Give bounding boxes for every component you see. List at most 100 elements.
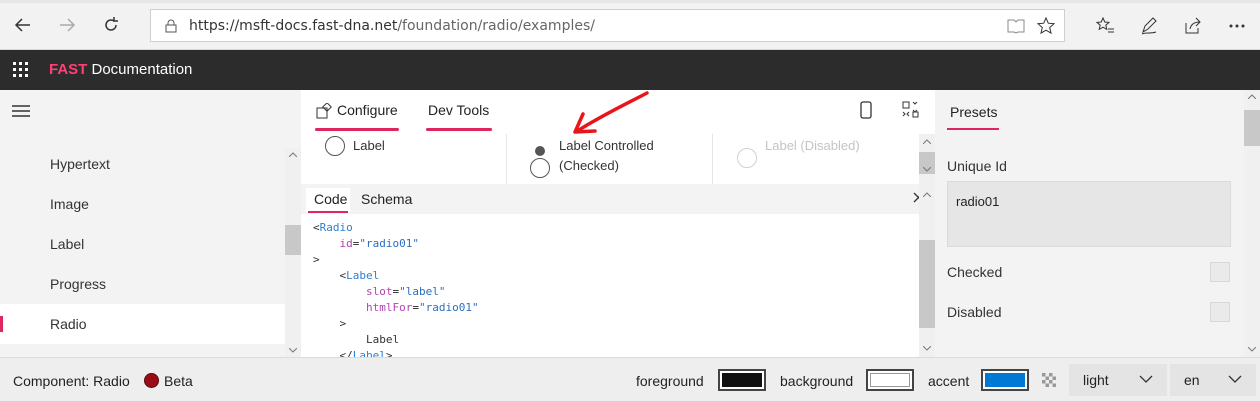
disabled-checkbox[interactable] xyxy=(1210,302,1230,322)
unique-id-label: Unique Id xyxy=(947,158,1007,174)
accent-label: accent xyxy=(928,373,970,389)
code-token: "radio01" xyxy=(359,237,419,250)
tab-schema[interactable]: Schema xyxy=(361,191,412,207)
preview-divider xyxy=(506,134,507,184)
code-token: Radio xyxy=(319,221,353,234)
accent-color-picker[interactable] xyxy=(981,369,1029,391)
tab-dev-tools-underline xyxy=(426,128,492,131)
tab-dev-tools[interactable]: Dev Tools xyxy=(428,102,489,118)
url-host: https://msft-docs.fast-dna.net xyxy=(189,18,398,34)
code-token: < xyxy=(313,221,320,234)
tab-configure[interactable]: Configure xyxy=(337,102,398,118)
tab-code-underline xyxy=(308,211,348,213)
arrow-right-icon xyxy=(60,18,76,32)
code-token: > xyxy=(313,253,320,266)
chevron-down-icon xyxy=(1139,375,1153,383)
checked-checkbox[interactable] xyxy=(1210,262,1230,282)
share-icon[interactable] xyxy=(1184,17,1202,35)
code-scroll-thumb[interactable] xyxy=(919,240,935,328)
refresh-button[interactable] xyxy=(96,10,126,40)
code-token: > xyxy=(385,349,393,357)
arrow-left-icon xyxy=(14,18,30,32)
component-name: Component: Radio xyxy=(13,373,130,389)
code-token: > xyxy=(339,317,347,330)
code-token: id xyxy=(339,237,353,250)
forward-button[interactable] xyxy=(52,10,82,40)
app-title: FAST Documentation xyxy=(49,61,192,78)
code-token: </ xyxy=(339,349,353,357)
code-token: htmlFor xyxy=(365,301,413,314)
sidebar-item-image[interactable]: Image xyxy=(0,184,285,224)
main-scrollbar[interactable] xyxy=(919,134,935,357)
radio-button-label[interactable] xyxy=(325,136,345,156)
configure-icon xyxy=(316,103,332,119)
sidebar: Hypertext Image Label Progress Radio xyxy=(0,90,301,357)
foreground-label: foreground xyxy=(636,373,704,389)
scroll-down-icon[interactable] xyxy=(1248,347,1256,352)
status-badge: Beta xyxy=(164,373,193,389)
sidebar-item-label[interactable]: Label xyxy=(0,224,285,264)
waffle-icon[interactable] xyxy=(13,62,29,78)
checked-label: Checked xyxy=(947,264,1003,280)
scroll-up-icon[interactable] xyxy=(923,192,931,197)
code-token: "radio01" xyxy=(418,301,479,314)
scroll-down-icon[interactable] xyxy=(923,167,931,172)
reading-view-icon[interactable] xyxy=(1007,18,1025,34)
refresh-icon xyxy=(105,17,118,31)
tab-presets[interactable]: Presets xyxy=(950,104,997,120)
layout-icon[interactable] xyxy=(902,101,920,119)
radio-checked-dot xyxy=(535,146,545,156)
scroll-up-icon[interactable] xyxy=(289,152,297,157)
scroll-down-icon[interactable] xyxy=(289,348,297,353)
status-bar: Component: Radio Beta foreground backgro… xyxy=(0,357,1260,401)
lock-icon xyxy=(165,19,177,33)
disabled-label: Disabled xyxy=(947,304,1002,320)
sidebar-item-progress[interactable]: Progress xyxy=(0,264,285,304)
more-icon[interactable] xyxy=(1228,23,1246,29)
tab-presets-underline xyxy=(947,128,999,130)
background-color-picker[interactable] xyxy=(866,369,914,391)
background-label: background xyxy=(780,373,854,389)
sidebar-item-radio[interactable]: Radio xyxy=(0,304,285,344)
chevron-down-icon xyxy=(1228,375,1242,383)
radio-label-controlled-text: Label Controlled xyxy=(559,138,654,153)
transparency-icon[interactable] xyxy=(1042,373,1056,387)
preview-divider xyxy=(712,134,713,184)
sidebar-item-hypertext[interactable]: Hypertext xyxy=(0,144,285,184)
status-dot-icon xyxy=(144,373,159,388)
code-token: "label" xyxy=(399,285,446,298)
favorites-icon[interactable] xyxy=(1096,17,1114,35)
hamburger-icon[interactable] xyxy=(12,105,30,117)
radio-button-label-controlled[interactable] xyxy=(530,158,550,178)
device-icon[interactable] xyxy=(860,101,872,119)
main-panel: Configure Dev Tools Label Label Controll… xyxy=(301,90,935,357)
theme-select[interactable]: light xyxy=(1069,364,1167,396)
sidebar-scroll-thumb[interactable] xyxy=(285,225,301,255)
unique-id-field[interactable]: radio01 xyxy=(947,181,1231,247)
back-button[interactable] xyxy=(8,10,38,40)
foreground-color-picker[interactable] xyxy=(718,369,766,391)
radio-label-disabled-text: Label (Disabled) xyxy=(765,138,860,153)
code-token: Label xyxy=(352,349,386,357)
brand-name: FAST xyxy=(49,61,88,78)
unique-id-value: radio01 xyxy=(956,194,1000,209)
app-title-text: Documentation xyxy=(87,61,193,78)
pen-icon[interactable] xyxy=(1140,17,1158,35)
theme-select-value: light xyxy=(1083,372,1109,388)
code-panel: Code Schema <Radio id="radio01" > <Label… xyxy=(301,184,935,357)
radio-label-text: Label xyxy=(353,138,385,153)
locale-select[interactable]: en xyxy=(1170,364,1256,396)
address-bar[interactable]: https://msft-docs.fast-dna.net/foundatio… xyxy=(150,9,1065,42)
scroll-down-icon[interactable] xyxy=(923,346,931,351)
tab-code[interactable]: Code xyxy=(314,191,347,207)
properties-panel: Presets Unique Id radio01 Checked Disabl… xyxy=(935,90,1260,357)
foreground-swatch xyxy=(722,373,762,387)
annotation-arrow-icon xyxy=(573,91,649,134)
star-icon[interactable] xyxy=(1037,17,1055,35)
properties-scroll-thumb[interactable] xyxy=(1244,110,1260,146)
scroll-up-icon[interactable] xyxy=(1248,94,1256,99)
scroll-up-icon[interactable] xyxy=(923,139,931,144)
code-editor[interactable]: <Radio id="radio01" > <Label slot="label… xyxy=(301,214,919,357)
radio-button-disabled xyxy=(737,148,757,168)
browser-toolbar: https://msft-docs.fast-dna.net/foundatio… xyxy=(0,0,1260,50)
